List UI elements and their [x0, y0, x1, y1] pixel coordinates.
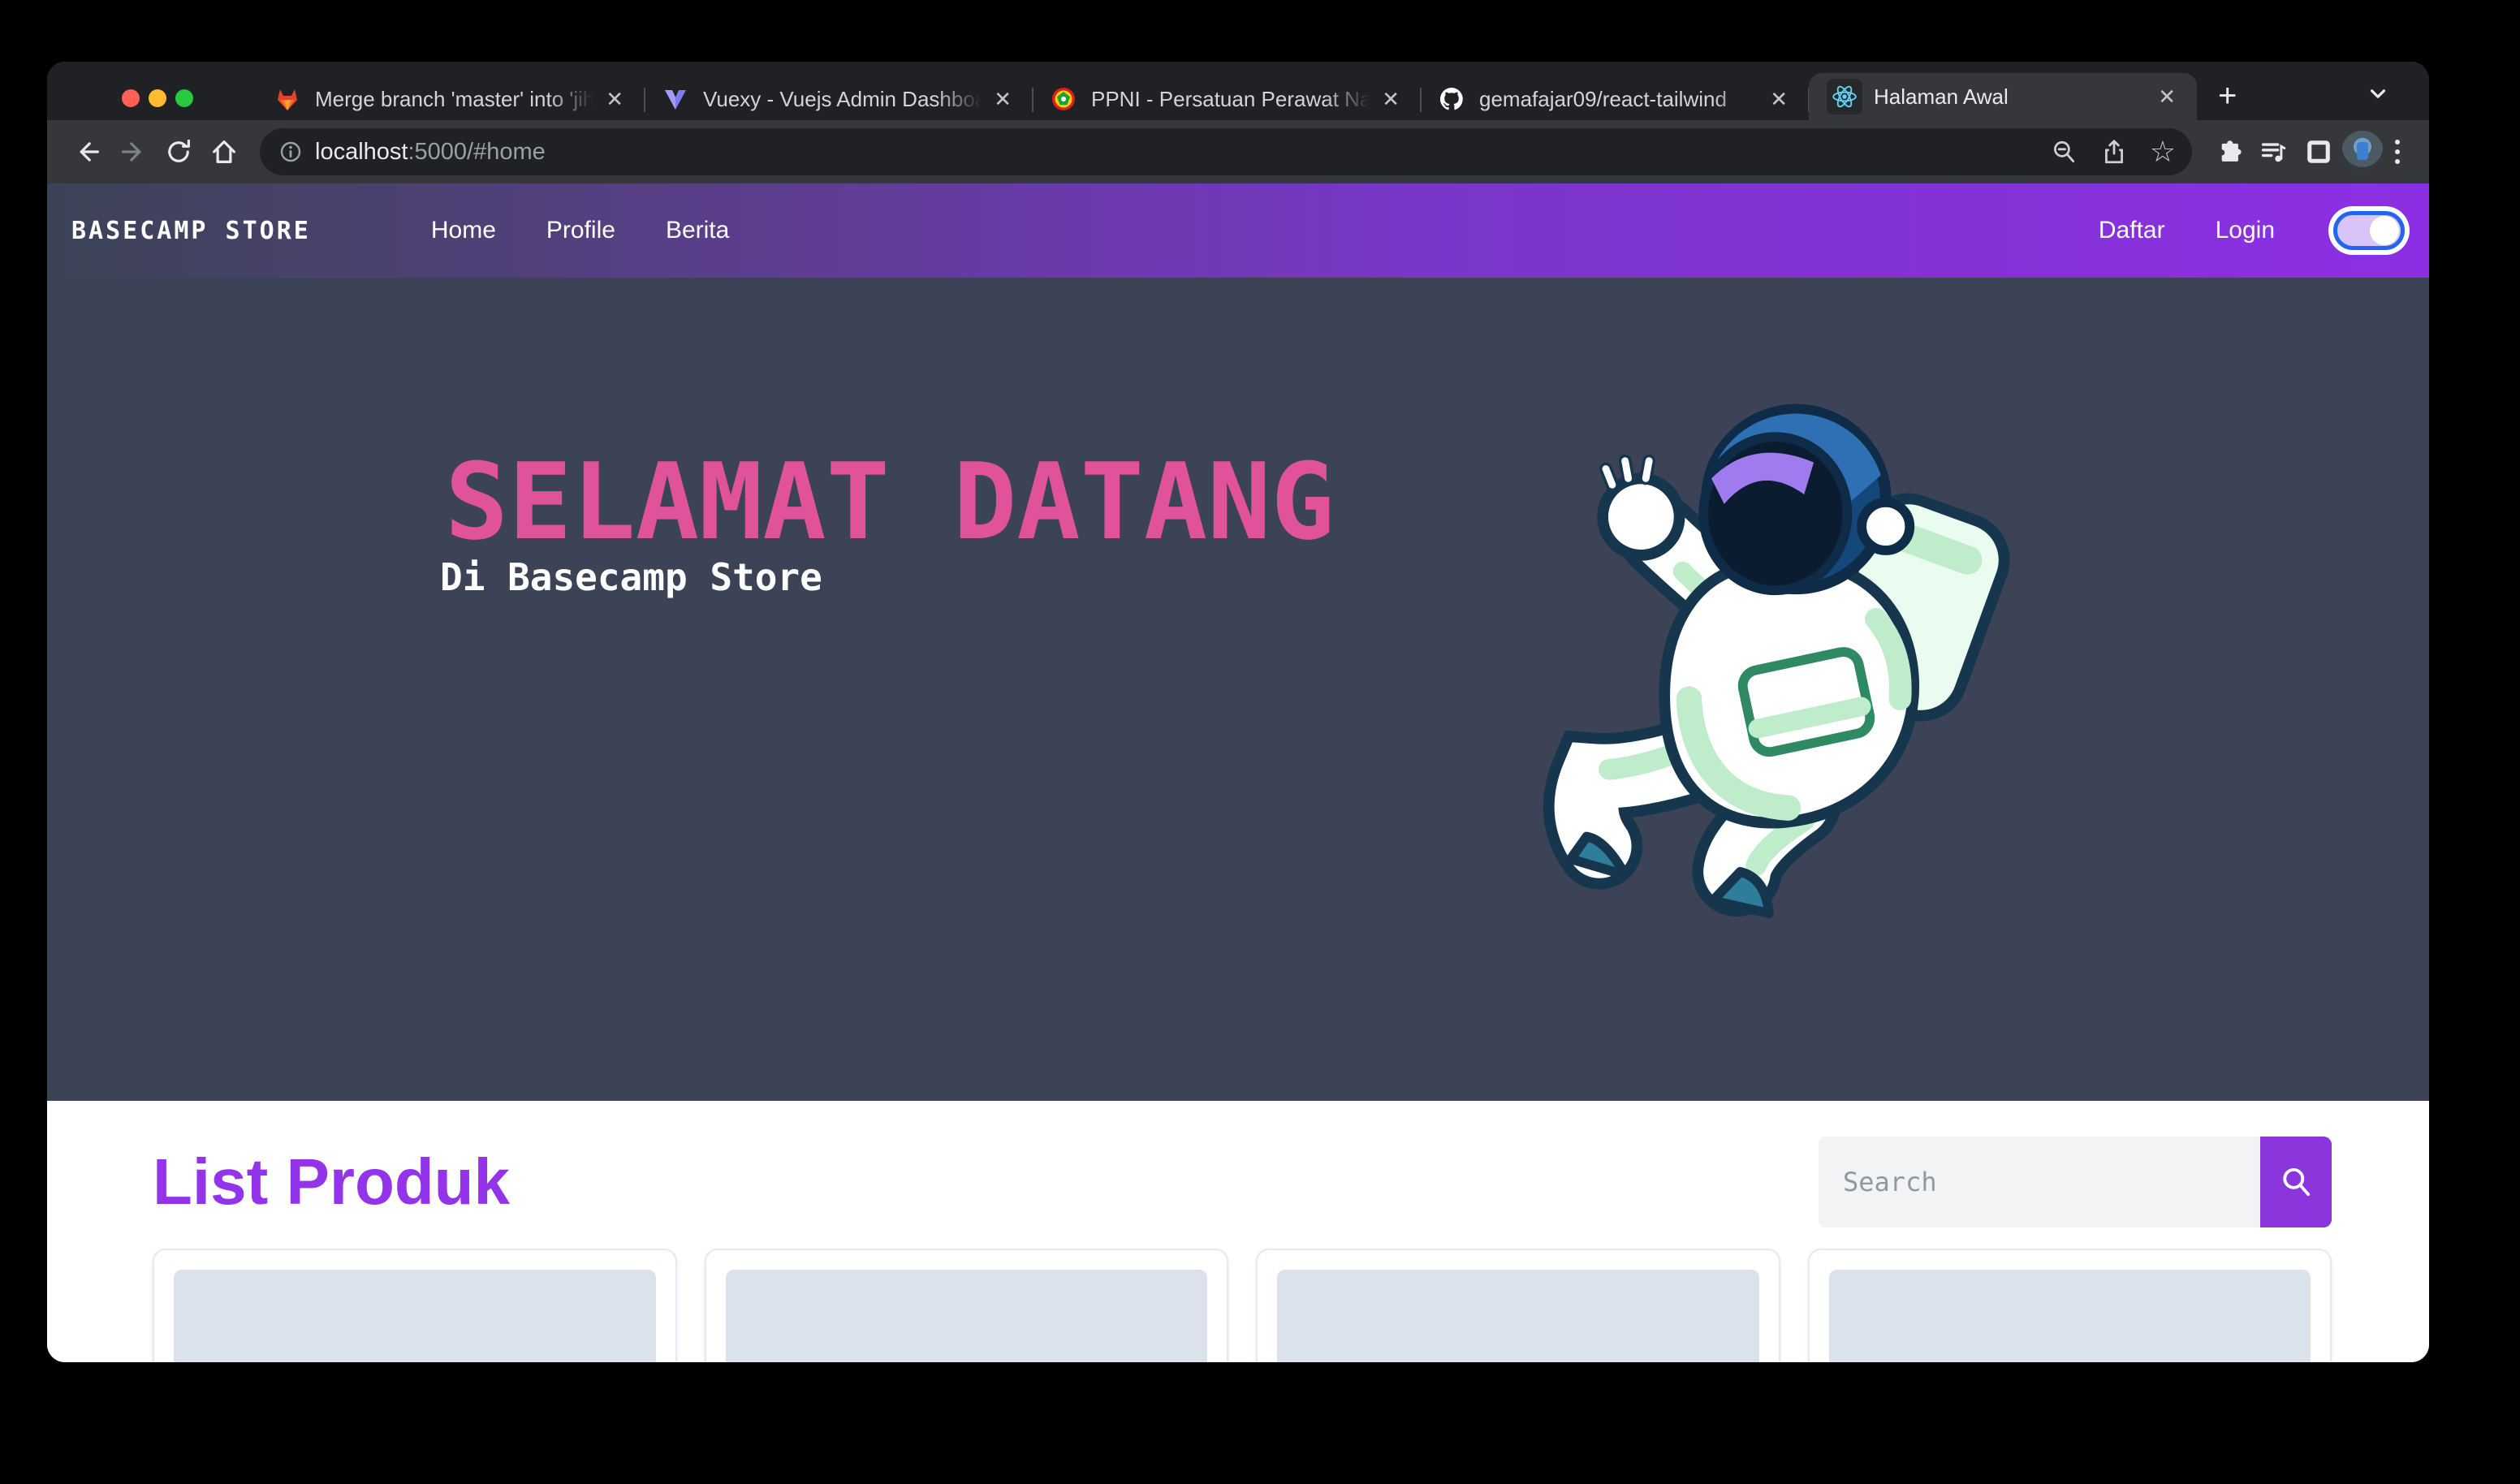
minimize-window-button[interactable] — [149, 89, 166, 107]
extensions-puzzle-icon[interactable] — [2205, 129, 2250, 175]
search-input[interactable] — [1819, 1137, 2260, 1227]
forward-icon[interactable] — [110, 129, 156, 175]
product-card[interactable] — [153, 1249, 677, 1362]
close-tab-icon[interactable]: ✕ — [1375, 85, 1406, 114]
site-navbar: BASECAMP STORE Home Profile Berita Dafta… — [47, 183, 2429, 278]
product-card[interactable] — [1256, 1249, 1780, 1362]
product-image-placeholder — [1829, 1270, 2311, 1362]
close-tab-icon[interactable]: ✕ — [2151, 83, 2182, 111]
tab-search-chevron-icon[interactable] — [2364, 80, 2392, 107]
gitlab-icon — [274, 86, 300, 112]
toggle-knob — [2370, 216, 2399, 245]
media-playlist-icon[interactable] — [2250, 129, 2296, 175]
nav-link-login[interactable]: Login — [2216, 217, 2275, 244]
astronaut-illustration — [1500, 375, 2028, 935]
tab-title: Halaman Awal — [1874, 84, 2151, 110]
product-card[interactable] — [705, 1249, 1229, 1362]
tab-strip: Merge branch 'master' into 'jih ✕ Vuexy … — [47, 62, 2429, 120]
zoom-out-icon[interactable] — [2041, 129, 2086, 175]
side-panel-icon[interactable] — [2296, 129, 2341, 175]
search-bar — [1819, 1137, 2332, 1227]
product-image-placeholder — [174, 1270, 656, 1362]
search-icon — [2278, 1164, 2314, 1200]
nav-links: Home Profile Berita — [431, 217, 729, 244]
close-tab-icon[interactable]: ✕ — [987, 85, 1018, 114]
new-tab-button[interactable]: + — [2197, 80, 2258, 120]
product-cards — [153, 1249, 2332, 1362]
product-image-placeholder — [726, 1270, 1208, 1362]
reload-icon[interactable] — [156, 129, 201, 175]
product-card[interactable] — [1808, 1249, 2332, 1362]
ppni-icon — [1051, 86, 1077, 112]
browser-window: Merge branch 'master' into 'jih ✕ Vuexy … — [47, 62, 2429, 1362]
react-icon — [1827, 79, 1862, 114]
vuexy-icon — [662, 86, 688, 112]
tab-title: gemafajar09/react-tailwind — [1479, 87, 1763, 112]
back-icon[interactable] — [65, 129, 110, 175]
brand-logo[interactable]: BASECAMP STORE — [71, 217, 311, 245]
tab-title: PPNI - Persatuan Perawat Nasi — [1091, 87, 1375, 112]
address-bar[interactable]: localhost:5000/#home ☆ — [260, 128, 2192, 175]
products-heading: List Produk — [153, 1145, 510, 1219]
browser-toolbar: localhost:5000/#home ☆ — [47, 120, 2429, 183]
search-button[interactable] — [2260, 1137, 2332, 1227]
close-tab-icon[interactable]: ✕ — [1763, 85, 1794, 114]
close-window-button[interactable] — [122, 89, 140, 107]
web-page: BASECAMP STORE Home Profile Berita Dafta… — [47, 183, 2429, 1362]
url-text: localhost:5000/#home — [315, 139, 2041, 166]
product-image-placeholder — [1277, 1270, 1759, 1362]
traffic-lights — [122, 89, 193, 107]
theme-toggle[interactable] — [2333, 211, 2405, 250]
tab-halaman-awal-active[interactable]: Halaman Awal ✕ — [1809, 73, 2197, 120]
tabs: Merge branch 'master' into 'jih ✕ Vuexy … — [257, 62, 2258, 120]
close-tab-icon[interactable]: ✕ — [599, 85, 630, 114]
nav-link-profile[interactable]: Profile — [546, 217, 615, 244]
hero-title: SELAMAT DATANG — [445, 440, 1335, 563]
tab-ppni[interactable]: PPNI - Persatuan Perawat Nasi ✕ — [1033, 78, 1421, 120]
tab-vuexy[interactable]: Vuexy - Vuejs Admin Dashboar ✕ — [645, 78, 1033, 120]
tab-title: Vuexy - Vuejs Admin Dashboar — [703, 87, 987, 112]
github-icon — [1439, 86, 1465, 112]
hero-section: SELAMAT DATANG Di Basecamp Store — [47, 278, 2429, 1101]
tab-gitlab-merge[interactable]: Merge branch 'master' into 'jih ✕ — [257, 78, 645, 120]
profile-avatar[interactable] — [2341, 131, 2384, 173]
nav-link-berita[interactable]: Berita — [666, 217, 729, 244]
share-icon[interactable] — [2091, 129, 2137, 175]
bookmark-star-icon[interactable]: ☆ — [2142, 135, 2184, 169]
nav-link-home[interactable]: Home — [431, 217, 496, 244]
tab-title: Merge branch 'master' into 'jih — [315, 87, 599, 112]
site-info-icon[interactable] — [278, 139, 304, 165]
home-icon[interactable] — [201, 129, 247, 175]
tab-github[interactable]: gemafajar09/react-tailwind ✕ — [1421, 78, 1809, 120]
nav-link-daftar[interactable]: Daftar — [2099, 217, 2165, 244]
hero-subtitle: Di Basecamp Store — [440, 555, 822, 599]
products-section: List Produk — [47, 1101, 2429, 1362]
browser-menu-icon[interactable] — [2384, 140, 2411, 164]
fullscreen-window-button[interactable] — [175, 89, 193, 107]
nav-actions: Daftar Login — [2099, 211, 2405, 250]
